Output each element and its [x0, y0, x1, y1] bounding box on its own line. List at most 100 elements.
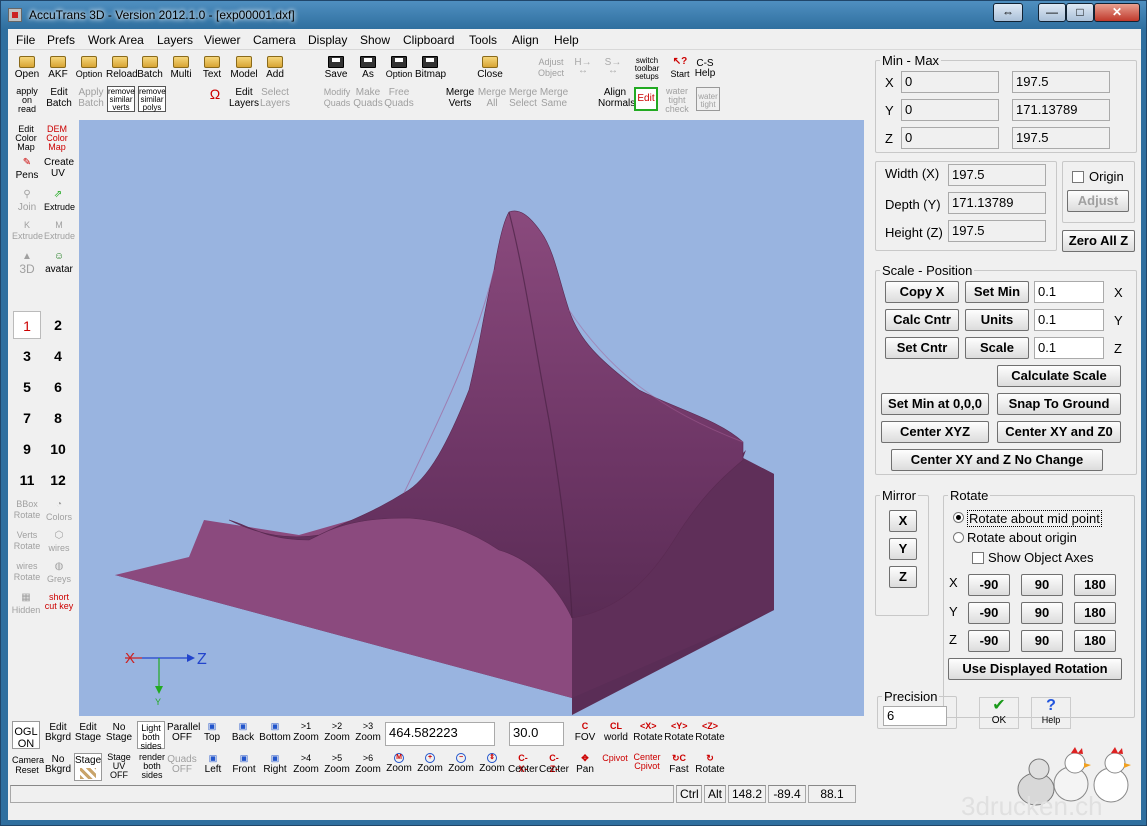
show-axes-checkbox[interactable]: [972, 552, 984, 564]
magnet-icon[interactable]: Ω: [204, 87, 226, 101]
view-slot-12[interactable]: 12: [44, 466, 72, 494]
view-slot-11[interactable]: 11: [13, 466, 41, 494]
min-x-field[interactable]: 0: [901, 71, 999, 93]
rotate-y-view-button[interactable]: <Y> Rotate: [664, 721, 694, 743]
light-both-sides-button[interactable]: Light both sides: [137, 721, 165, 751]
set-cntr-button[interactable]: Set Cntr: [885, 337, 959, 359]
text-button[interactable]: Text: [199, 56, 225, 80]
modify-quads-button[interactable]: Modify Quads: [321, 87, 353, 109]
apply-batch-button[interactable]: Apply Batch: [76, 87, 106, 109]
remove-similar-polys-button[interactable]: remove similar polys: [138, 86, 166, 112]
scale-z-input[interactable]: 0.1: [1034, 337, 1104, 359]
menu-help[interactable]: Help: [554, 33, 579, 47]
maximize-button[interactable]: □: [1066, 3, 1094, 22]
units-button[interactable]: Units: [965, 309, 1029, 331]
save-button[interactable]: Save: [322, 56, 350, 80]
rotate-origin-radio[interactable]: [953, 532, 964, 543]
view-slot-8[interactable]: 8: [44, 404, 72, 432]
merge-verts-button[interactable]: Merge Verts: [445, 87, 475, 109]
set-min-at-000-button[interactable]: Set Min at 0,0,0: [881, 393, 989, 415]
close-button[interactable]: ✕: [1094, 3, 1140, 22]
edit-stage-button[interactable]: Edit Stage: [74, 723, 102, 743]
mirror-z-button[interactable]: Z: [889, 566, 917, 588]
select-layers-button[interactable]: Select Layers: [260, 87, 290, 109]
rotate-y-90-button[interactable]: 90: [1021, 602, 1063, 624]
max-x-field[interactable]: 197.5: [1012, 71, 1110, 93]
rotate-y-minus90-button[interactable]: -90: [968, 602, 1010, 624]
app-icon[interactable]: [8, 8, 22, 22]
snap-to-ground-button[interactable]: Snap To Ground: [997, 393, 1121, 415]
save-option-button[interactable]: Option: [384, 56, 414, 80]
center-xy-z-no-change-button[interactable]: Center XY and Z No Change: [891, 449, 1103, 471]
quads-off-button[interactable]: Quads OFF: [167, 755, 197, 775]
parallel-off-button[interactable]: Parallel OFF: [167, 723, 200, 743]
view-slot-3[interactable]: 3: [13, 342, 41, 370]
rotate-z-view-button[interactable]: <Z> Rotate: [695, 721, 725, 743]
k-extrude-button[interactable]: K Extrude: [12, 220, 43, 242]
menu-display[interactable]: Display: [308, 33, 347, 47]
view-slot-6[interactable]: 6: [44, 373, 72, 401]
edit-button[interactable]: Edit: [634, 87, 658, 111]
zoom-in-button[interactable]: + Zoom: [416, 753, 444, 774]
view-slot-7[interactable]: 7: [13, 404, 41, 432]
multi-button[interactable]: Multi: [167, 56, 195, 80]
wires-rotate-button[interactable]: wires Rotate: [10, 561, 44, 583]
model-button[interactable]: Model: [229, 56, 259, 80]
join-button[interactable]: ⚲ Join: [14, 189, 40, 213]
merge-same-button[interactable]: Merge Same: [539, 87, 569, 109]
mirror-x-button[interactable]: X: [889, 510, 917, 532]
save-as-button[interactable]: As: [355, 56, 381, 80]
bitmap-button[interactable]: Bitmap: [415, 56, 446, 80]
water-tight-check-button[interactable]: water tight check: [663, 87, 691, 114]
edit-color-map-button[interactable]: Edit Color Map: [14, 125, 38, 152]
title-bar[interactable]: AccuTrans 3D - Version 2012.1.0 - [exp00…: [1, 1, 1146, 29]
fov-button[interactable]: C FOV: [571, 721, 599, 743]
fast-button[interactable]: ↻C Fast: [665, 753, 693, 775]
create-uv-button[interactable]: Create UV: [44, 157, 74, 179]
zoom-m-button[interactable]: M Zoom: [385, 753, 413, 774]
cs-help-button[interactable]: C-S Help: [693, 59, 717, 79]
extrude-button[interactable]: ⇗ Extrude: [44, 189, 75, 213]
stage-button[interactable]: Stage: [74, 753, 102, 781]
menu-work-area[interactable]: Work Area: [88, 33, 144, 47]
rotate-y-180-button[interactable]: 180: [1074, 602, 1116, 624]
menu-clipboard[interactable]: Clipboard: [403, 33, 454, 47]
remove-similar-verts-button[interactable]: remove similar verts: [107, 86, 135, 112]
align-normals-button[interactable]: Align Normals: [598, 87, 635, 109]
precision-input[interactable]: 6: [883, 706, 947, 726]
menu-prefs[interactable]: Prefs: [47, 33, 75, 47]
water-tight-button[interactable]: water tight: [696, 87, 720, 111]
rotate-x-180-button[interactable]: 180: [1074, 574, 1116, 596]
menu-layers[interactable]: Layers: [157, 33, 193, 47]
copy-x-button[interactable]: Copy X: [885, 281, 959, 303]
scale-y-input[interactable]: 0.1: [1034, 309, 1104, 331]
merge-all-button[interactable]: Merge All: [477, 87, 507, 109]
zoom-2-button[interactable]: >2 Zoom: [323, 721, 351, 743]
rotate-z-90-button[interactable]: 90: [1021, 630, 1063, 652]
width-field[interactable]: 197.5: [948, 164, 1046, 186]
rotate-z-minus90-button[interactable]: -90: [968, 630, 1010, 652]
zoom-5-button[interactable]: >5 Zoom: [323, 753, 351, 775]
min-z-field[interactable]: 0: [901, 127, 999, 149]
rotate-x-90-button[interactable]: 90: [1021, 574, 1063, 596]
view-left-button[interactable]: ▣ Left: [200, 753, 226, 775]
colors-button[interactable]: ◔ Colors: [44, 499, 74, 523]
view-slot-2[interactable]: 2: [44, 311, 72, 339]
view-right-button[interactable]: ▣ Right: [260, 753, 290, 775]
menu-viewer[interactable]: Viewer: [204, 33, 240, 47]
avatar-button[interactable]: ☺ avatar: [44, 251, 74, 275]
origin-checkbox[interactable]: [1072, 171, 1084, 183]
view-top-button[interactable]: ▣ Top: [200, 721, 224, 743]
menu-file[interactable]: File: [16, 33, 35, 47]
ogl-on-button[interactable]: OGL ON: [12, 721, 40, 750]
rotate-x-minus90-button[interactable]: -90: [968, 574, 1010, 596]
reload-button[interactable]: Reload: [106, 56, 138, 80]
zoom-6-button[interactable]: >6 Zoom: [354, 753, 382, 775]
menu-camera[interactable]: Camera: [253, 33, 296, 47]
view-bottom-button[interactable]: ▣ Bottom: [259, 721, 291, 743]
world-button[interactable]: CL world: [602, 721, 630, 743]
apply-on-read-button[interactable]: apply on read: [12, 87, 42, 114]
batch-button[interactable]: Batch: [136, 56, 164, 80]
min-y-field[interactable]: 0: [901, 99, 999, 121]
no-stage-button[interactable]: No Stage: [105, 723, 133, 743]
